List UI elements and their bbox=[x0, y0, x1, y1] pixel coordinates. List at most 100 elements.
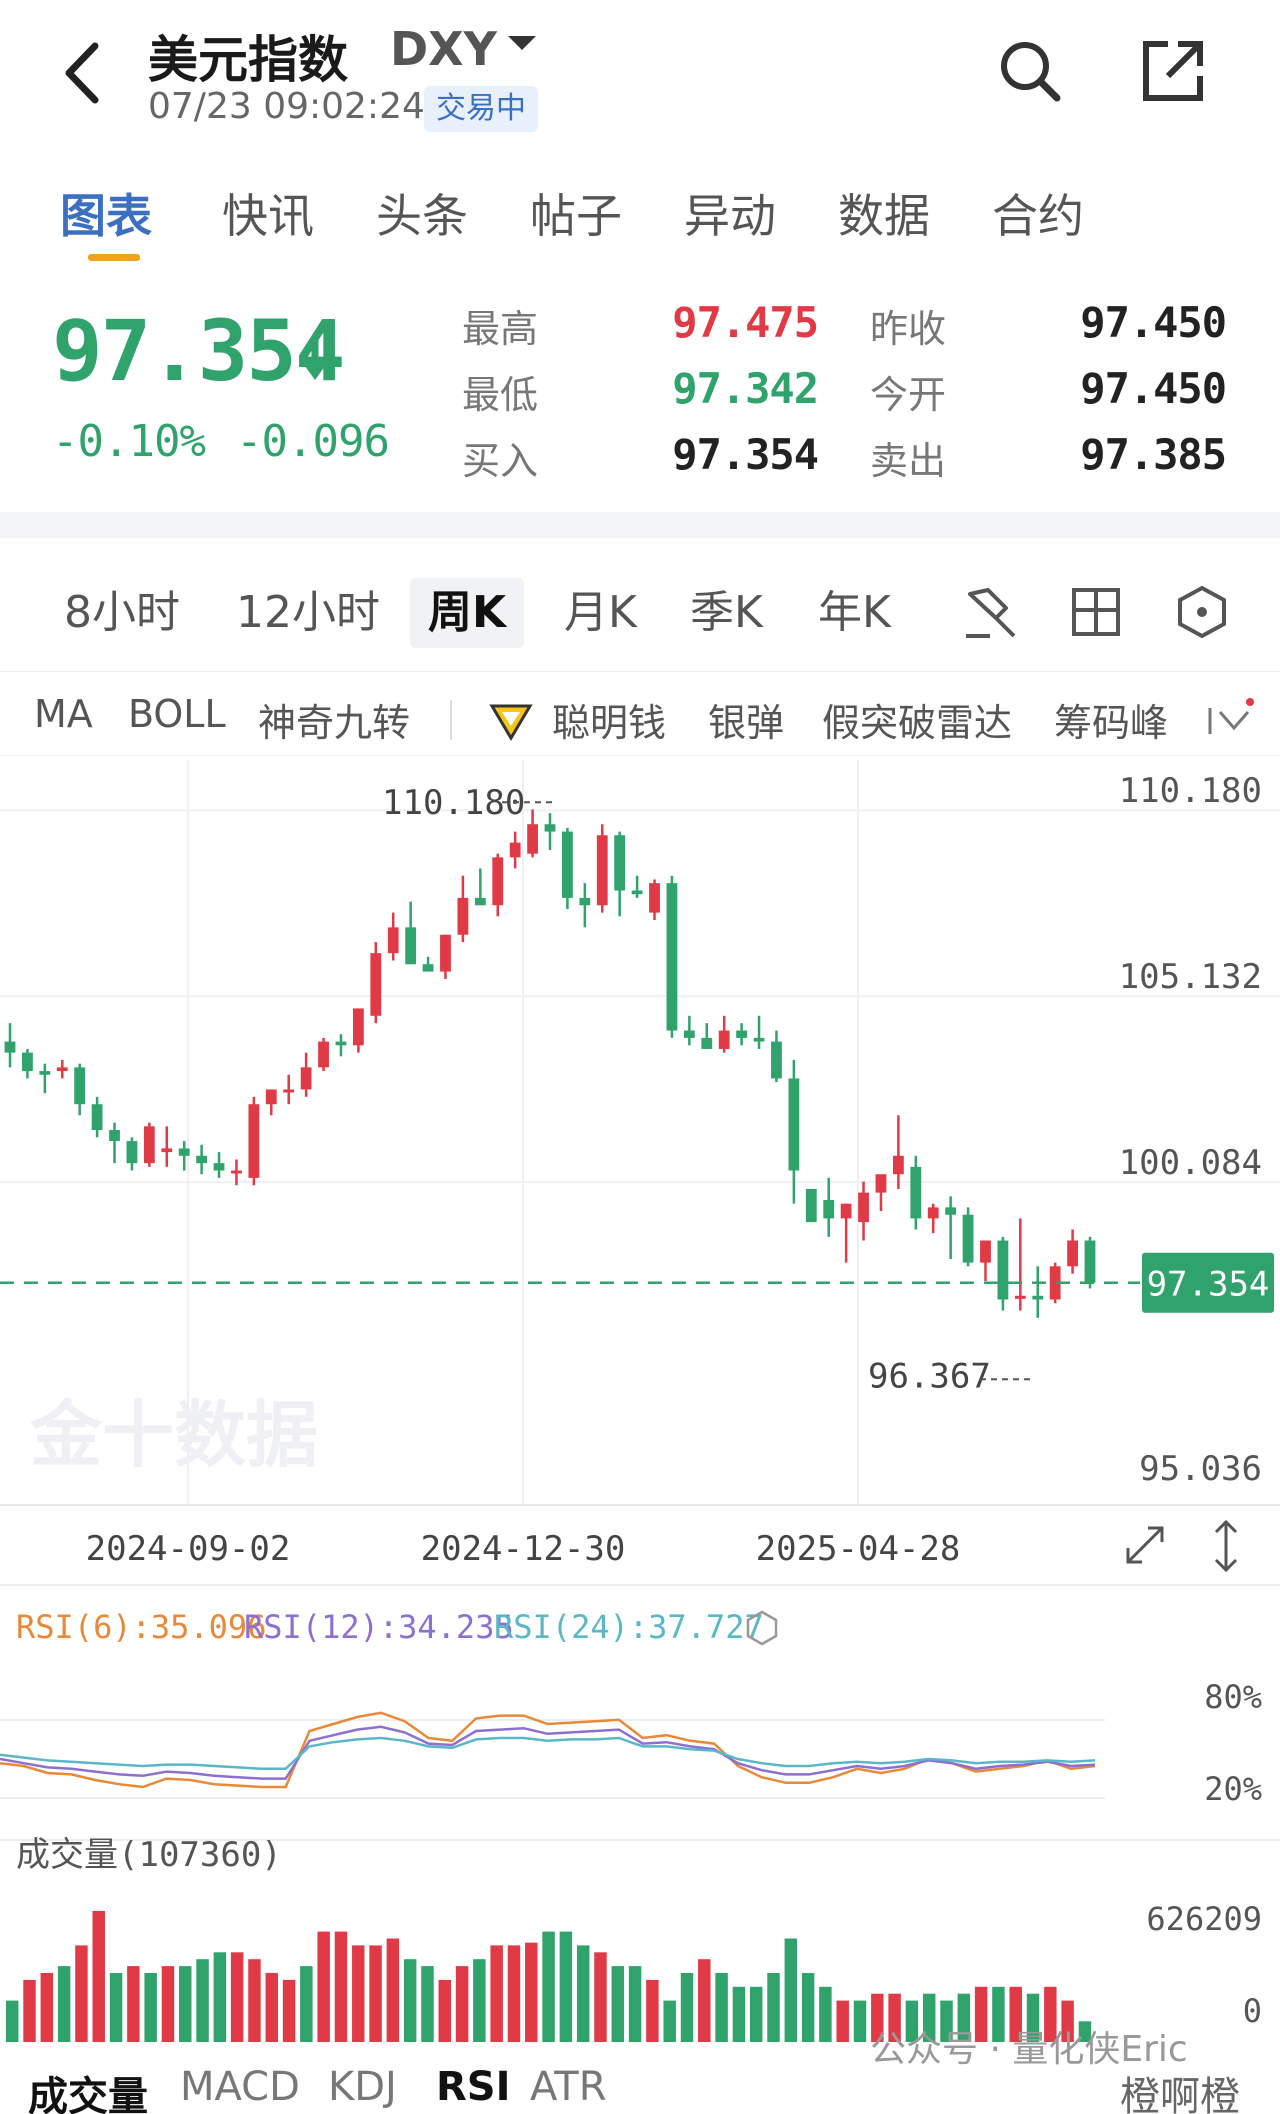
candle-body bbox=[980, 1240, 991, 1263]
btab-atr[interactable]: ATR bbox=[530, 2064, 606, 2110]
candle-body bbox=[248, 1104, 260, 1178]
back-arrow-icon[interactable] bbox=[55, 38, 115, 108]
period-quarterly[interactable]: 季K bbox=[690, 578, 763, 648]
expand-more-icon[interactable] bbox=[1206, 698, 1256, 742]
value-bid: 97.354 bbox=[672, 430, 819, 479]
indicator-boll[interactable]: BOLL bbox=[128, 692, 226, 736]
indicator-false-breakout[interactable]: 假突破雷达 bbox=[822, 692, 1012, 747]
candle-body bbox=[300, 1067, 312, 1090]
tab-posts[interactable]: 帖子 bbox=[530, 180, 622, 246]
label-high: 最高 bbox=[462, 307, 539, 351]
indicator-smart-money[interactable]: 聪明钱 bbox=[552, 692, 666, 747]
volume-bar bbox=[836, 2000, 849, 2042]
quote-panel: 97.354 -0.10% -0.096 最高 97.475 昨收 97.450… bbox=[0, 280, 1280, 510]
candle-body bbox=[509, 842, 521, 858]
candle-body bbox=[1084, 1240, 1096, 1283]
period-yearly[interactable]: 年K bbox=[818, 578, 891, 648]
indicator-silver-bullet[interactable]: 银弹 bbox=[708, 692, 784, 747]
change-percent: -0.10% bbox=[52, 416, 206, 467]
candlestick-series bbox=[4, 809, 1096, 1318]
candle-body bbox=[823, 1200, 835, 1219]
active-tab-indicator bbox=[88, 254, 140, 261]
candle-body bbox=[805, 1188, 817, 1223]
candle-body bbox=[143, 1126, 155, 1164]
tab-news-flash[interactable]: 快讯 bbox=[222, 180, 314, 246]
volume-bar bbox=[75, 1945, 88, 2042]
volume-bar bbox=[680, 1973, 694, 2042]
tab-contract[interactable]: 合约 bbox=[992, 180, 1084, 246]
settings-hexagon-icon[interactable] bbox=[1172, 582, 1232, 642]
volume-bar bbox=[819, 1986, 832, 2042]
btab-macd[interactable]: MACD bbox=[180, 2064, 300, 2110]
candle-body bbox=[91, 1104, 103, 1130]
chart-area[interactable]: 金十数据 110.180 105.132 100.084 95.036 110.180 9… bbox=[0, 760, 1280, 2050]
candle-body bbox=[1067, 1240, 1078, 1267]
candle-body bbox=[1032, 1295, 1044, 1300]
price-chart[interactable]: 金十数据 110.180105.132100.08495.036110.1809… bbox=[0, 760, 1280, 2050]
candle-body bbox=[718, 1030, 730, 1049]
label-open: 今开 bbox=[870, 373, 947, 417]
top-bar: 美元指数 DXY 07/23 09:02:24 交易中 bbox=[0, 0, 1280, 150]
tab-chart[interactable]: 图表 bbox=[60, 180, 152, 246]
candle-body bbox=[213, 1163, 225, 1171]
period-selector: 8小时 12小时 周K 月K 季K 年K bbox=[0, 552, 1280, 672]
candle-body bbox=[927, 1207, 939, 1219]
volume-bar bbox=[144, 1973, 157, 2042]
volume-bar bbox=[352, 1945, 365, 2042]
label-ask: 卖出 bbox=[870, 439, 947, 483]
volume-bar bbox=[23, 1979, 36, 2042]
candle-body bbox=[387, 927, 399, 954]
fullscreen-icon[interactable] bbox=[1120, 1520, 1170, 1570]
candle-body bbox=[910, 1166, 922, 1219]
indicator-magic-nine[interactable]: 神奇九转 bbox=[258, 692, 410, 747]
search-icon[interactable] bbox=[995, 36, 1065, 106]
vertical-scale-icon[interactable] bbox=[1206, 1516, 1246, 1576]
candle-body bbox=[875, 1174, 887, 1193]
draw-tool-icon[interactable] bbox=[960, 582, 1020, 642]
volume-bar bbox=[265, 1973, 278, 2042]
tab-movements[interactable]: 异动 bbox=[684, 180, 776, 246]
candle-body bbox=[544, 824, 556, 832]
tab-data[interactable]: 数据 bbox=[838, 180, 930, 246]
account-watermark: 橙啊橙 bbox=[1120, 2074, 1240, 2114]
candle-body bbox=[109, 1130, 120, 1142]
candle-body bbox=[631, 890, 643, 895]
candle-body bbox=[335, 1041, 347, 1046]
volume-bar bbox=[455, 1966, 469, 2042]
btab-kdj[interactable]: KDJ bbox=[328, 2064, 397, 2110]
volume-bar bbox=[300, 1966, 313, 2042]
period-monthly[interactable]: 月K bbox=[564, 578, 637, 648]
period-weekly[interactable]: 周K bbox=[410, 578, 525, 648]
volume-bar bbox=[559, 1931, 573, 2042]
chevron-down-icon[interactable] bbox=[508, 36, 536, 50]
share-icon[interactable] bbox=[1140, 38, 1206, 104]
btab-rsi[interactable]: RSI bbox=[436, 2064, 511, 2110]
down-arrow-icon bbox=[302, 338, 328, 380]
chart-watermark: 金十数据 bbox=[29, 1393, 318, 1477]
candle-body bbox=[527, 824, 538, 854]
indicator-ma[interactable]: MA bbox=[34, 692, 93, 736]
candle-body bbox=[4, 1041, 16, 1053]
x-axis-label: 2025-04-28 bbox=[756, 1529, 961, 1569]
btab-volume[interactable]: 成交量 bbox=[28, 2064, 148, 2114]
period-12h[interactable]: 12小时 bbox=[236, 578, 380, 648]
volume-bar bbox=[611, 1966, 625, 2042]
volume-bar bbox=[213, 1952, 227, 2042]
layout-grid-icon[interactable] bbox=[1066, 582, 1126, 642]
status-badge: 交易中 bbox=[424, 86, 538, 132]
candle-body bbox=[945, 1207, 957, 1215]
rsi-line-rsi6 bbox=[0, 1711, 1096, 1789]
candle-body bbox=[596, 835, 608, 906]
indicator-tabs: 成交量 MACD KDJ RSI ATR 橙啊橙 bbox=[0, 2060, 1280, 2114]
volume-bar bbox=[334, 1931, 348, 2042]
candle-body bbox=[265, 1089, 277, 1105]
candle-body bbox=[161, 1148, 173, 1153]
symbol-label[interactable]: DXY bbox=[390, 22, 497, 76]
rsi-legend-label: RSI(6):35.096 bbox=[16, 1608, 266, 1646]
label-prev-close: 昨收 bbox=[870, 307, 947, 351]
indicator-chip-peak[interactable]: 筹码峰 bbox=[1054, 692, 1168, 747]
period-8h[interactable]: 8小时 bbox=[64, 578, 180, 648]
candle-body bbox=[788, 1078, 800, 1171]
volume-bar bbox=[507, 1945, 521, 2042]
tab-headlines[interactable]: 头条 bbox=[376, 180, 468, 246]
